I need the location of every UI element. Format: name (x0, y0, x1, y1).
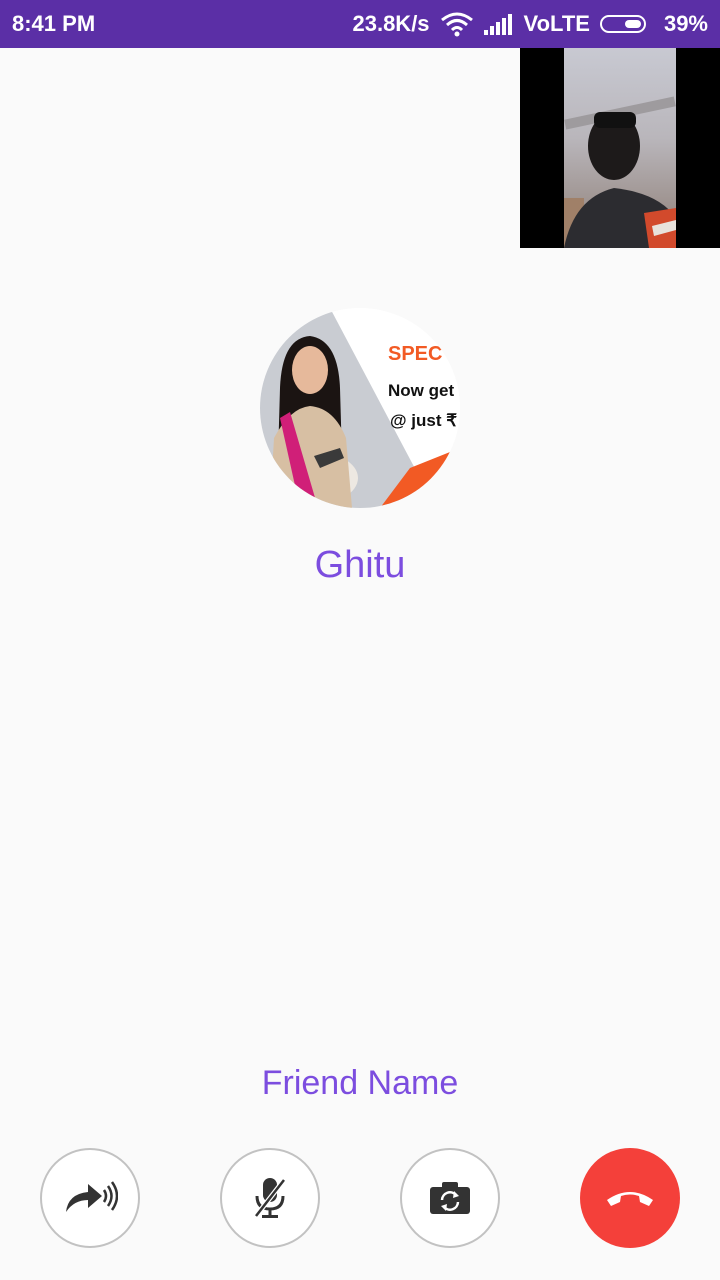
caller-avatar: SPEC Now get 2 @ just ₹ (260, 308, 460, 508)
camera-switch-icon (428, 1180, 472, 1216)
network-speed: 23.8K/s (352, 11, 430, 36)
battery-level: 39% (663, 11, 708, 36)
mute-button[interactable] (220, 1148, 320, 1248)
self-video-preview[interactable] (520, 48, 720, 248)
battery-icon (599, 15, 654, 33)
phone-hangup-icon (604, 1186, 656, 1210)
friend-name: Friend Name (261, 1064, 459, 1102)
end-call-button[interactable] (580, 1148, 680, 1248)
status-bar: 8:41 PM 23.8K/s VoLTE 39% (0, 0, 720, 48)
switch-camera-button[interactable] (400, 1148, 500, 1248)
status-time: 8:41 PM (12, 11, 96, 36)
network-type: VoLTE (523, 11, 590, 36)
mic-off-icon (250, 1176, 290, 1220)
caller-name: Ghitu (314, 544, 406, 586)
call-controls (0, 1148, 720, 1248)
status-indicators: 23.8K/s VoLTE 39% (352, 11, 708, 37)
avatar-promo-line2: Now get 2 (388, 381, 460, 400)
speaker-button[interactable] (40, 1148, 140, 1248)
avatar-promo-line1: SPEC (388, 343, 442, 365)
self-video-frame (564, 48, 676, 248)
signal-icon (483, 13, 514, 35)
avatar-promo-line3: @ just ₹ (390, 411, 457, 430)
speaker-share-icon (62, 1178, 118, 1218)
wifi-icon (440, 11, 474, 37)
